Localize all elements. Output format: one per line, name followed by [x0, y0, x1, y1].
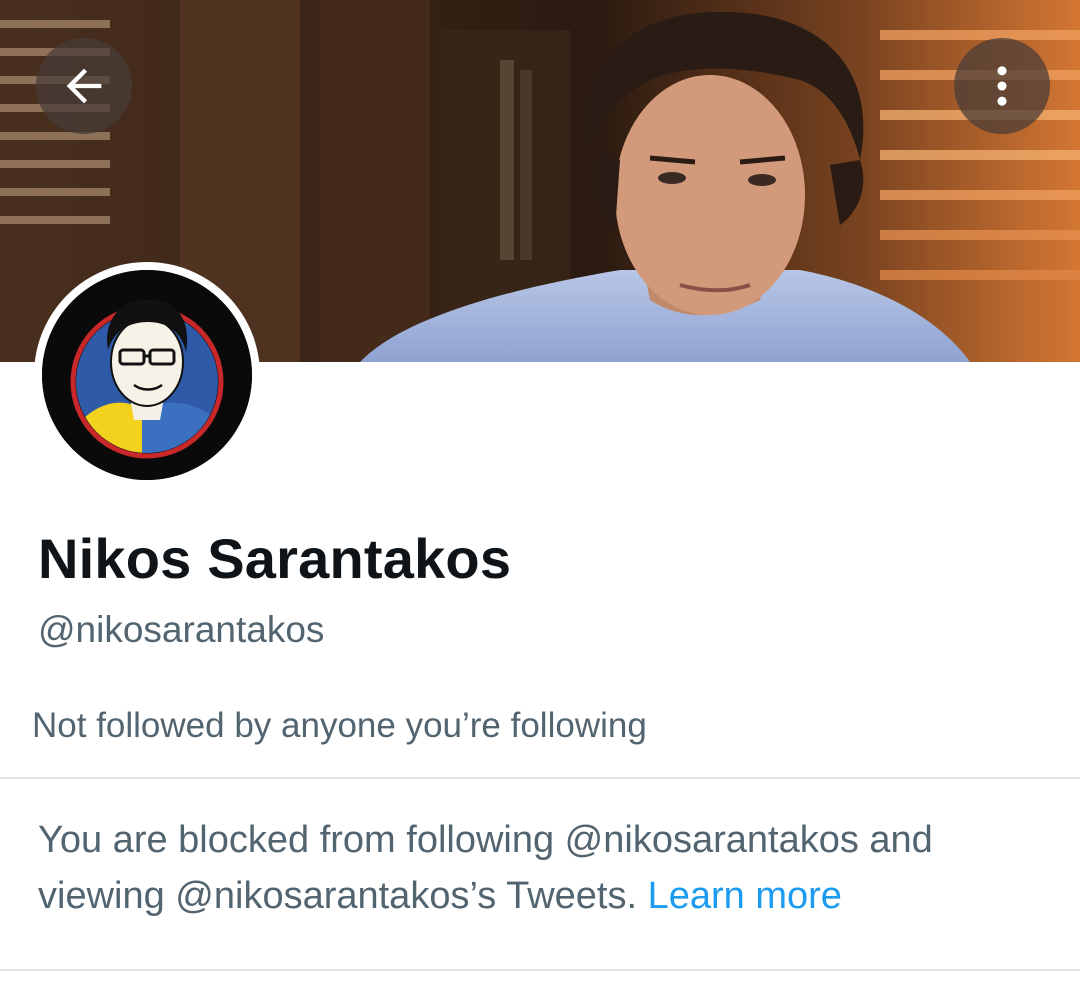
profile-handle: @nikosarantakos: [38, 609, 325, 650]
learn-more-link[interactable]: Learn more: [648, 875, 842, 917]
arrow-left-icon: [66, 68, 102, 104]
avatar-image: [42, 270, 252, 480]
avatar-frame[interactable]: [34, 262, 260, 488]
display-name: Nikos Sarantakos: [38, 527, 512, 590]
more-options-button[interactable]: [954, 38, 1050, 134]
avatar: [42, 270, 252, 480]
blocked-notice: You are blocked from following @nikosara…: [38, 812, 1048, 924]
more-vertical-icon: [997, 66, 1007, 106]
profile-page: Nikos Sarantakos @nikosarantakos Not fol…: [0, 0, 1080, 985]
followers-you-know-text: Not followed by anyone you’re following: [32, 706, 647, 745]
divider: [0, 969, 1080, 971]
divider: [0, 777, 1080, 779]
back-button[interactable]: [36, 38, 132, 134]
